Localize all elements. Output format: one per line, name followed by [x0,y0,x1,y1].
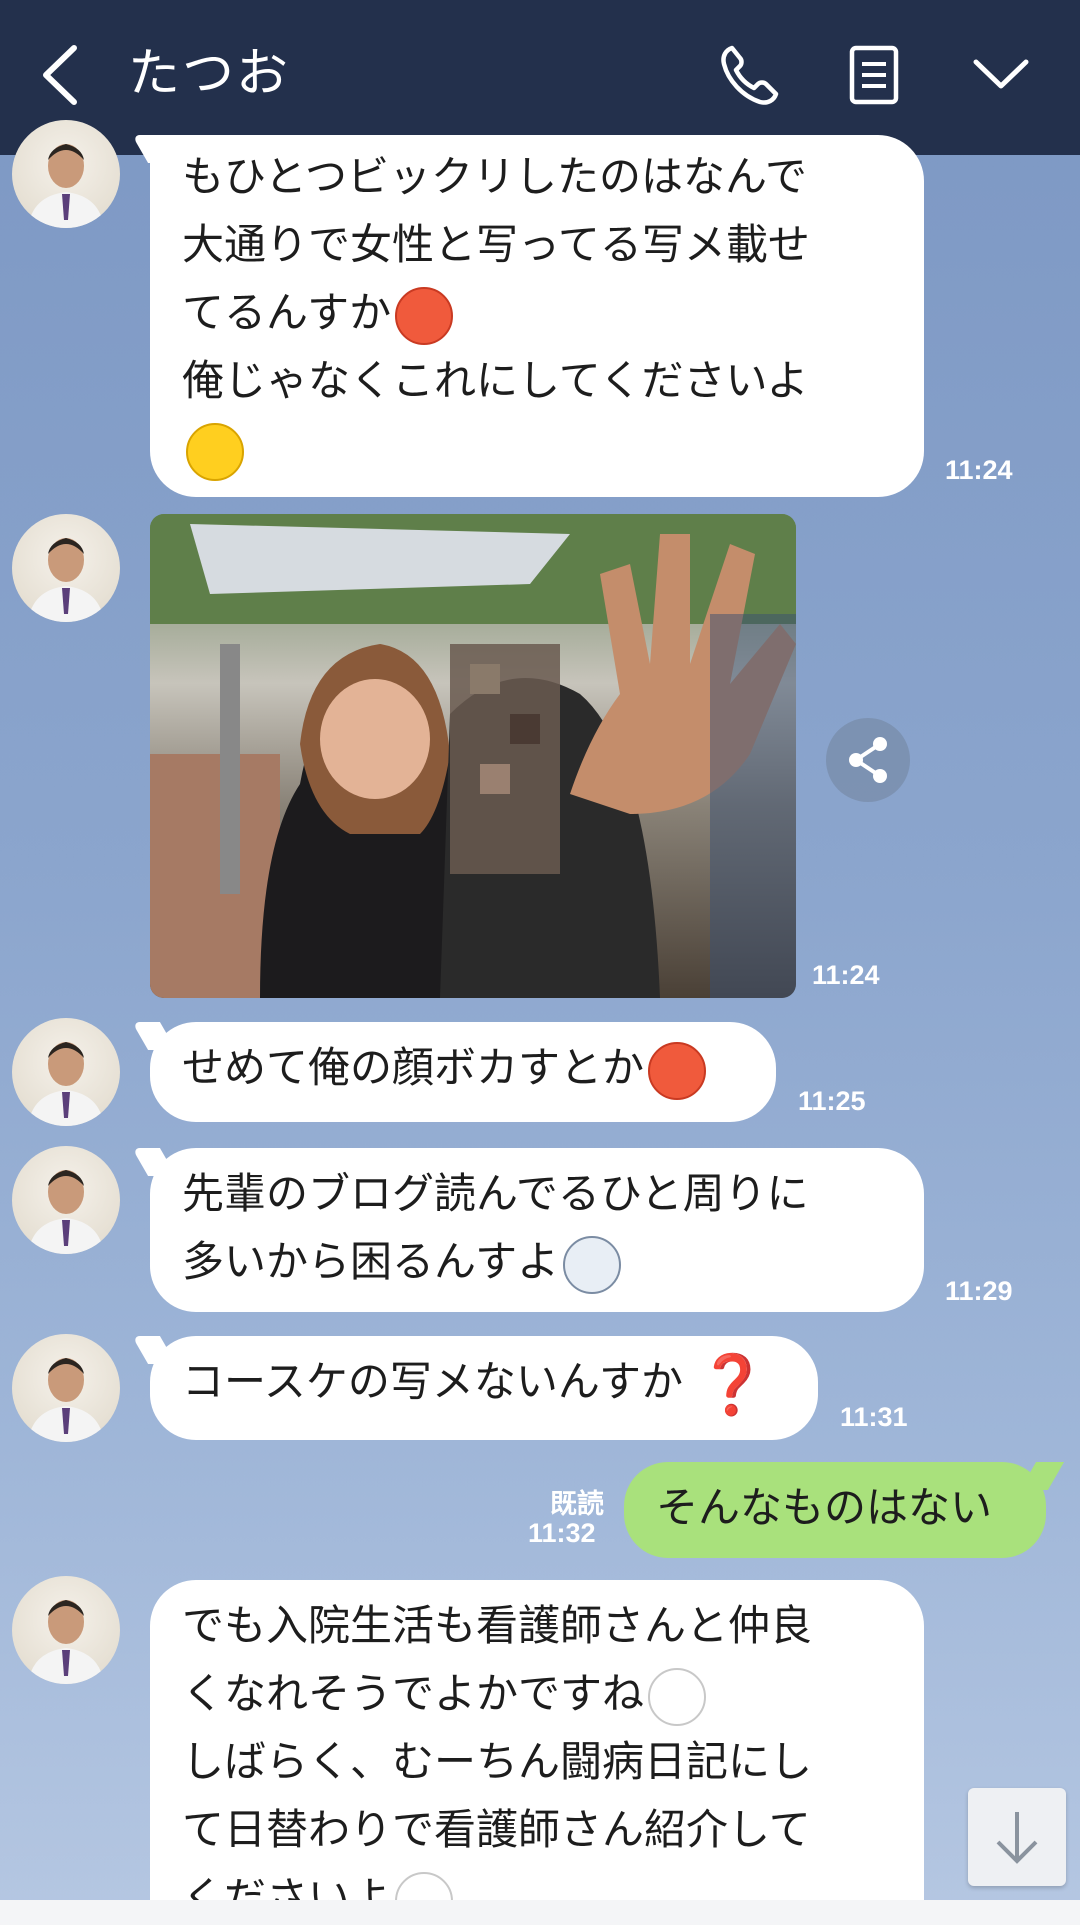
message-time: 11:24 [945,455,1013,485]
message-line: 俺じゃなくこれにしてくださいよ [182,356,809,405]
message-line: でも入院生活も看護師さんと仲良 [182,1601,813,1650]
message-line: 先輩のブログ読んでるひと周りに [182,1169,809,1218]
avatar[interactable] [12,514,120,622]
arrow-down-icon [996,1812,1038,1864]
angry-face-icon [648,1041,707,1100]
question-mark-icon: ❓ [696,1350,769,1419]
chat-title: たつお [128,44,291,104]
photo-message[interactable] [150,514,796,998]
phone-icon[interactable] [714,40,784,110]
message-line: しばらく、むーちん闘病日記にし [182,1737,813,1786]
angry-face-icon [395,286,454,345]
message-time: 11:29 [945,1276,1013,1306]
message-text: そんなものはない [656,1483,993,1532]
crying-face-icon [563,1235,622,1294]
message-line: 多いから困るんすよ [182,1237,560,1286]
read-status: 既読 [550,1489,604,1520]
avatar[interactable] [12,1576,120,1684]
own-message-bubble[interactable]: そんなものはない [624,1462,1046,1558]
message-bubble[interactable]: 先輩のブログ読んでるひと周りに 多いから困るんすよ [150,1148,924,1312]
avatar[interactable] [12,1018,120,1126]
message-line: 大通りで女性と写ってる写メ載せ [182,220,810,269]
message-text: コースケの写メないんすか [182,1357,684,1406]
scroll-to-bottom-button[interactable] [968,1788,1066,1886]
message-bubble[interactable]: でも入院生活も看護師さんと仲良 くなれそうでよかですね しばらく、むーちん闘病日… [150,1580,924,1925]
message-time: 11:32 [528,1518,596,1548]
message-line: て日替わりで看護師さん紹介して [182,1805,811,1854]
message-bubble[interactable]: せめて俺の顔ボカすとか [150,1022,776,1122]
message-text: せめて俺の顔ボカすとか [182,1043,645,1092]
bunny-heart-eyes-icon [648,1667,707,1726]
share-button[interactable] [826,718,910,802]
input-bar-edge [0,1900,1080,1925]
notes-icon[interactable] [840,40,910,110]
message-bubble[interactable]: もひとつビックリしたのはなんで 大通りで女性と写ってる写メ載せ てるんすか 俺じ… [150,135,924,497]
avatar[interactable] [12,1146,120,1254]
chevron-left-icon[interactable] [36,40,86,110]
share-icon [849,737,887,783]
message-time: 11:25 [798,1086,866,1116]
chat-header: たつお [0,0,1080,155]
message-bubble[interactable]: コースケの写メないんすか ❓ [150,1336,818,1440]
message-line: もひとつビックリしたのはなんで [182,152,807,201]
message-time: 11:24 [812,960,880,990]
message-line: てるんすか [182,288,392,337]
sweat-face-icon [186,422,244,481]
avatar[interactable] [12,1334,120,1442]
chevron-down-icon[interactable] [966,40,1036,110]
message-time: 11:31 [840,1402,908,1432]
avatar[interactable] [12,120,120,228]
message-line: くなれそうでよかですね [182,1669,645,1718]
